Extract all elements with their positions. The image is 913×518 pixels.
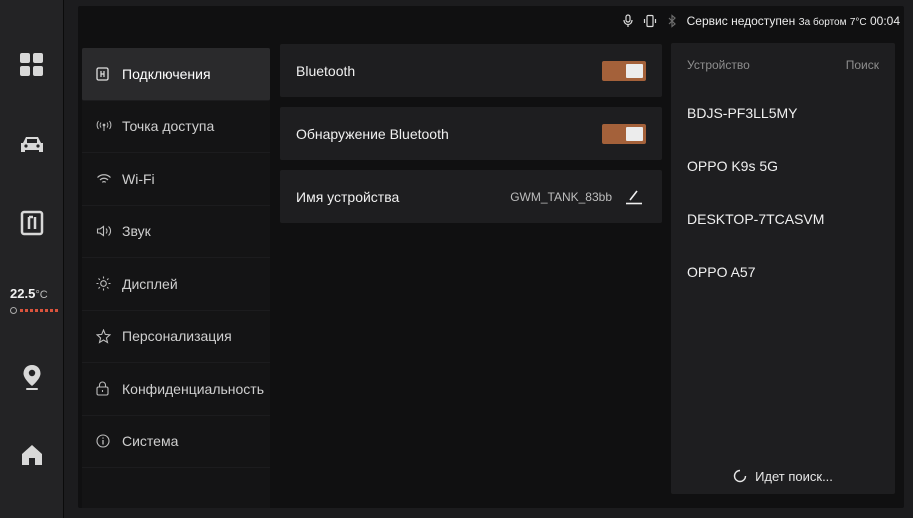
parking-button[interactable] [0, 206, 64, 240]
privacy-lock-icon [96, 381, 116, 397]
menu-item-label: Система [122, 433, 179, 450]
device-name-value: GWM_TANK_83bb [510, 189, 612, 204]
menu-item-label: Конфиденциальность [122, 380, 265, 397]
home-icon [22, 445, 42, 465]
fan-level-indicator [10, 307, 64, 314]
info-icon [96, 433, 116, 449]
menu-item-connections[interactable]: Подключения [82, 48, 270, 101]
status-info: Сервис недоступен За бортом 7°C 00:04 [687, 14, 900, 28]
menu-item-wifi[interactable]: Wi-Fi [82, 153, 270, 206]
personalization-icon [96, 328, 116, 344]
fan-icon [10, 307, 17, 314]
bluetooth-toggle[interactable] [602, 60, 646, 81]
status-bar: Сервис недоступен За бортом 7°C 00:04 [78, 6, 904, 36]
apps-grid-button[interactable] [0, 48, 64, 82]
devices-panel: Устройство Поиск BDJS-PF3LL5MY OPPO K9s … [671, 43, 895, 494]
menu-item-sound[interactable]: Звук [82, 206, 270, 258]
device-name-row[interactable]: Имя устройства GWM_TANK_83bb [280, 170, 662, 223]
device-list: BDJS-PF3LL5MY OPPO K9s 5G DESKTOP-7TCASV… [687, 105, 824, 317]
settings-menu: Подключения Точка доступа Wi-Fi Звук Дис… [82, 48, 270, 508]
device-item[interactable]: OPPO K9s 5G [687, 158, 824, 211]
bluetooth-label: Bluetooth [296, 62, 356, 79]
service-status: Сервис недоступен [686, 14, 796, 28]
connections-settings: Bluetooth Обнаружение Bluetooth Имя устр… [280, 44, 662, 233]
wifi-icon [96, 171, 116, 187]
edit-name-button[interactable] [622, 187, 646, 207]
home-button[interactable] [0, 438, 64, 472]
search-button[interactable]: Поиск [846, 58, 879, 72]
hotspot-icon [96, 118, 116, 134]
searching-text: Идет поиск... [755, 468, 833, 484]
outside-label: За бортом [798, 17, 847, 28]
discovery-toggle[interactable] [602, 123, 646, 144]
car-icon [21, 137, 43, 152]
navigation-button[interactable] [0, 360, 64, 394]
menu-item-label: Точка доступа [122, 118, 215, 135]
device-item[interactable]: OPPO A57 [687, 264, 824, 317]
menu-item-label: Подключения [122, 65, 211, 82]
menu-item-hotspot[interactable]: Точка доступа [82, 101, 270, 153]
menu-item-label: Дисплей [122, 275, 178, 292]
vibrate-icon [643, 14, 657, 28]
sound-icon [96, 223, 116, 239]
navigation-pin-icon [23, 365, 41, 390]
device-item[interactable]: BDJS-PF3LL5MY [687, 105, 824, 158]
devices-title: Устройство [687, 58, 750, 72]
searching-status: Идет поиск... [671, 458, 895, 494]
clock: 00:04 [869, 14, 900, 28]
settings-screen: Сервис недоступен За бортом 7°C 00:04 По… [78, 6, 904, 508]
outside-temperature: 7°C [849, 17, 867, 28]
toggle-knob [626, 63, 643, 78]
apps-grid-icon [20, 53, 43, 76]
menu-item-privacy[interactable]: Конфиденциальность [82, 363, 270, 416]
brightness-icon [96, 276, 116, 292]
microphone-icon [623, 14, 633, 28]
connections-icon [96, 66, 116, 82]
menu-item-label: Персонализация [122, 328, 232, 345]
discovery-label: Обнаружение Bluetooth [296, 125, 449, 142]
devices-header: Устройство Поиск [671, 43, 895, 72]
menu-item-system[interactable]: Система [82, 416, 270, 468]
discovery-row: Обнаружение Bluetooth [280, 107, 662, 160]
pencil-icon [626, 190, 642, 204]
toggle-knob [626, 126, 643, 141]
fan-level-bar [20, 309, 60, 312]
menu-item-personalization[interactable]: Персонализация [82, 311, 270, 363]
spinner-icon [733, 469, 747, 483]
device-name-label: Имя устройства [296, 188, 400, 205]
menu-item-display[interactable]: Дисплей [82, 258, 270, 311]
car-button[interactable] [0, 128, 64, 162]
side-dock: 22.5°C [0, 0, 64, 518]
cabin-temperature: 22.5°C [10, 286, 48, 301]
bluetooth-icon [667, 14, 677, 28]
menu-item-label: Wi-Fi [122, 170, 155, 187]
menu-item-label: Звук [122, 223, 151, 240]
device-frame: 22.5°C Сервис недоступен За бортом 7°C 0… [0, 0, 913, 518]
climate-widget[interactable]: 22.5°C [10, 285, 64, 314]
bluetooth-row: Bluetooth [280, 44, 662, 97]
parking-icon [20, 210, 44, 236]
device-item[interactable]: DESKTOP-7TCASVM [687, 211, 824, 264]
